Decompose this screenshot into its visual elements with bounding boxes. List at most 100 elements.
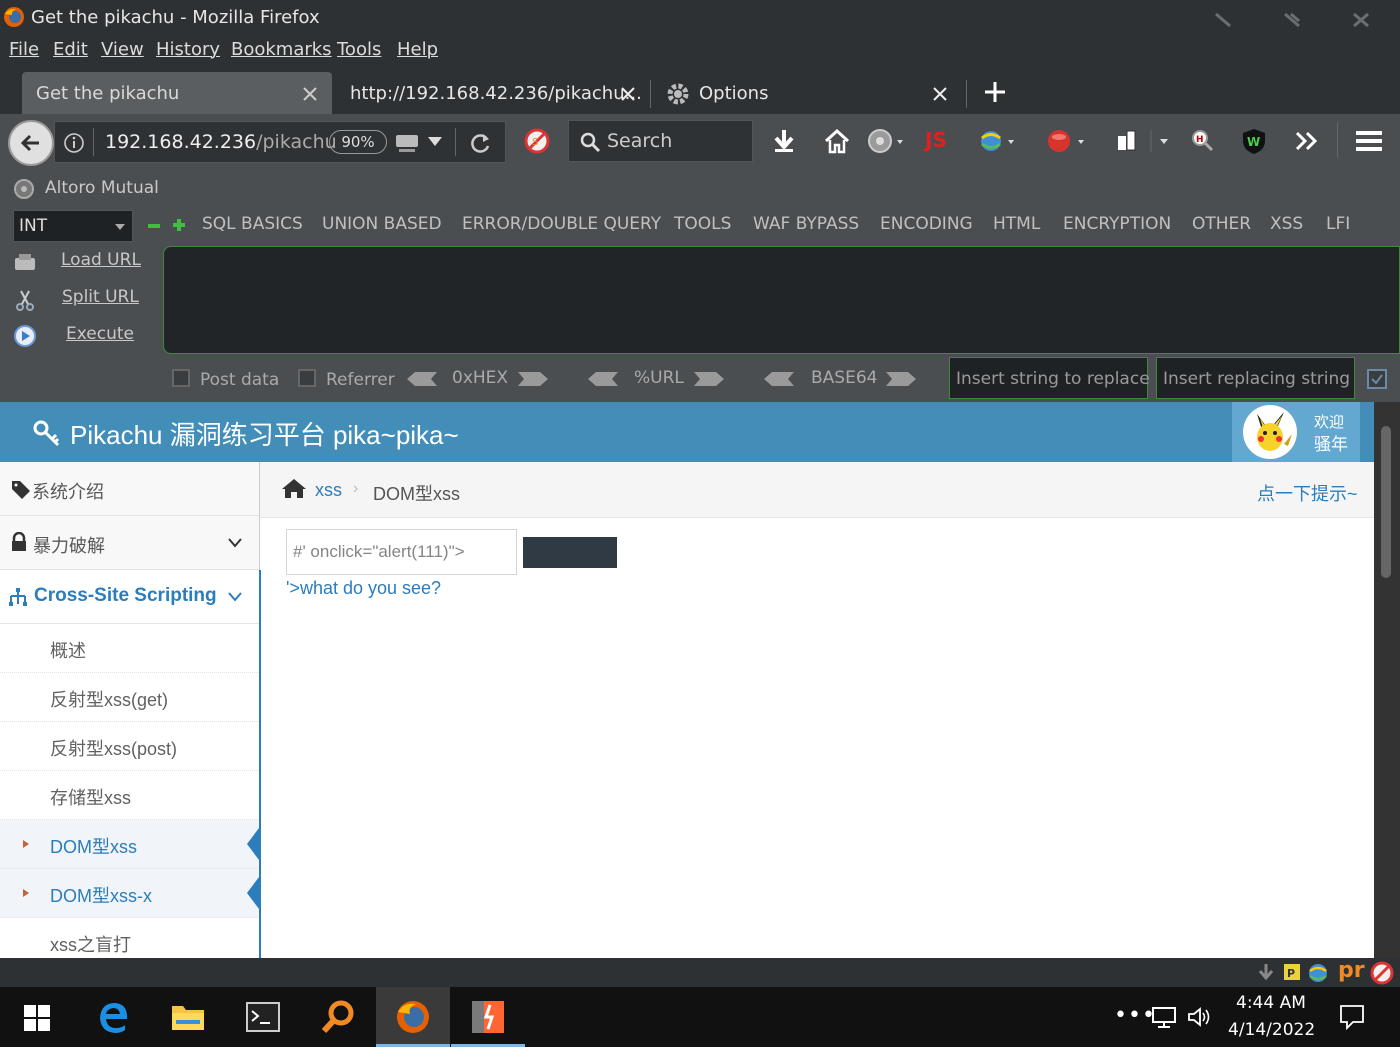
extension-globe-icon[interactable] — [867, 128, 907, 154]
sidebar-subitem-reflected-get[interactable]: 反射型xss(get) — [0, 673, 259, 722]
new-tab-icon[interactable] — [983, 80, 1007, 104]
chevron-down-icon[interactable] — [427, 136, 443, 148]
search-box[interactable]: Search — [568, 120, 753, 162]
download-icon[interactable] — [771, 128, 797, 154]
injection-type-select[interactable]: INT — [13, 210, 133, 242]
download-status-icon[interactable] — [1256, 963, 1276, 983]
clipboard-icon[interactable] — [1115, 128, 1175, 154]
back-button[interactable] — [8, 120, 54, 166]
sidebar-subitem-dom-x[interactable]: DOM型xss-x — [0, 869, 259, 918]
proxy-switch-icon[interactable] — [978, 128, 1020, 154]
replacing-string-input[interactable]: Insert replacing string — [1156, 357, 1355, 399]
hackbar-url-textarea[interactable] — [163, 246, 1400, 354]
hackbar-menu-xss[interactable]: XSS — [1270, 214, 1303, 234]
start-button[interactable] — [0, 987, 74, 1047]
sidebar-item-xss[interactable]: Cross-Site Scripting — [0, 570, 259, 624]
taskbar-file-explorer[interactable] — [151, 987, 225, 1047]
xss-input[interactable]: #' onclick="alert(111)"> — [286, 529, 517, 575]
user-menu[interactable]: 欢迎 骚年 — [1232, 402, 1360, 462]
tab-options[interactable]: Options — [660, 72, 960, 114]
post-data-checkbox[interactable] — [172, 369, 190, 387]
shield-w-icon[interactable]: W — [1240, 127, 1268, 155]
menu-edit[interactable]: Edit — [53, 39, 88, 60]
sidebar-subitem-dom[interactable]: DOM型xss — [0, 820, 259, 869]
hackbar-menu-waf-bypass[interactable]: WAF BYPASS — [753, 214, 859, 234]
tab-get-the-pikachu[interactable]: Get the pikachu — [22, 72, 332, 114]
tab-pikachu-url[interactable]: http://192.168.42.236/pikachu... — [340, 72, 642, 114]
sidebar-subitem-stored[interactable]: 存储型xss — [0, 771, 259, 820]
notification-icon[interactable] — [1339, 1004, 1365, 1030]
js-toggle-icon[interactable]: JS — [925, 128, 947, 152]
taskbar-terminal[interactable] — [226, 987, 300, 1047]
menu-file[interactable]: File — [9, 39, 39, 60]
replace-checkbox[interactable] — [1367, 369, 1387, 389]
close-tab-icon[interactable] — [932, 86, 948, 102]
home-icon[interactable] — [281, 477, 307, 499]
clock-time[interactable]: 4:44 AM — [1236, 993, 1306, 1013]
scrollbar-thumb[interactable] — [1381, 426, 1391, 578]
taskbar-search-tool[interactable] — [301, 987, 375, 1047]
hamburger-menu-icon[interactable] — [1354, 129, 1384, 153]
notes-icon[interactable]: P — [1283, 963, 1301, 981]
pr-icon[interactable]: pr — [1338, 958, 1365, 983]
close-window-icon[interactable] — [1350, 10, 1374, 30]
home-icon[interactable] — [823, 128, 851, 154]
hex-encode-arrow-icon[interactable] — [516, 370, 550, 388]
zoom-tool-icon[interactable]: H — [1190, 128, 1220, 154]
sidebar-item-bruteforce[interactable]: 暴力破解 — [0, 516, 259, 570]
referrer-checkbox[interactable] — [298, 369, 316, 387]
hackbar-menu-html[interactable]: HTML — [993, 214, 1040, 234]
overflow-dots-icon[interactable]: ••• — [1114, 1003, 1156, 1028]
taskbar-edge[interactable] — [76, 987, 150, 1047]
taskbar-firefox[interactable] — [376, 987, 450, 1047]
noscript-icon[interactable]: S — [523, 127, 551, 155]
minus-icon[interactable] — [147, 219, 161, 233]
volume-icon[interactable] — [1187, 1006, 1213, 1028]
base64-decode-arrow-icon[interactable] — [762, 370, 796, 388]
hint-link[interactable]: 点一下提示~ — [1257, 480, 1358, 506]
proxy-status-icon[interactable] — [1307, 962, 1329, 984]
maximize-icon[interactable] — [1281, 10, 1305, 30]
sidebar-subitem-overview[interactable]: 概述 — [0, 624, 259, 673]
menu-tools[interactable]: Tools — [337, 39, 381, 60]
clock-date[interactable]: 4/14/2022 — [1228, 1020, 1315, 1040]
sidebar-subitem-blind[interactable]: xss之盲打 — [0, 918, 259, 958]
hackbar-menu-tools[interactable]: TOOLS — [674, 214, 731, 234]
hackbar-menu-lfi[interactable]: LFI — [1326, 214, 1350, 234]
url-encode-arrow-icon[interactable] — [692, 370, 726, 388]
record-icon[interactable] — [1045, 128, 1089, 154]
reload-icon[interactable] — [469, 131, 493, 155]
info-icon[interactable] — [63, 132, 85, 154]
close-tab-icon[interactable] — [302, 86, 318, 102]
url-bar[interactable]: 192.168.42.236/pikachu 90% — [54, 121, 506, 163]
hackbar-menu-sql-basics[interactable]: SQL BASICS — [202, 214, 303, 234]
network-icon[interactable] — [1151, 1006, 1177, 1028]
submit-button[interactable] — [523, 537, 617, 568]
hackbar-menu-error-double-query[interactable]: ERROR/DOUBLE QUERY — [462, 214, 661, 234]
hex-decode-arrow-icon[interactable] — [405, 370, 439, 388]
replace-string-input[interactable]: Insert string to replace — [949, 357, 1150, 399]
close-tab-icon[interactable] — [620, 86, 636, 102]
result-link[interactable]: '>what do you see? — [286, 578, 441, 599]
server-icon[interactable] — [394, 130, 420, 156]
menu-help[interactable]: Help — [397, 39, 438, 60]
minimize-icon[interactable] — [1212, 10, 1236, 30]
taskbar-burp[interactable] — [451, 987, 525, 1047]
menu-history[interactable]: History — [156, 39, 220, 60]
hackbar-menu-encryption[interactable]: ENCRYPTION — [1063, 214, 1171, 234]
zoom-indicator[interactable]: 90% — [329, 130, 387, 154]
menu-bookmarks[interactable]: Bookmarks — [231, 39, 332, 60]
overflow-chevron-icon[interactable] — [1293, 129, 1321, 153]
menu-view[interactable]: View — [101, 39, 144, 60]
url-decode-arrow-icon[interactable] — [586, 370, 620, 388]
noscript-status-icon[interactable] — [1370, 961, 1394, 985]
sidebar-item-intro[interactable]: 系统介绍 — [0, 462, 259, 516]
hackbar-menu-union-based[interactable]: UNION BASED — [322, 214, 442, 234]
sidebar-subitem-reflected-post[interactable]: 反射型xss(post) — [0, 722, 259, 771]
hackbar-menu-encoding[interactable]: ENCODING — [880, 214, 973, 234]
hackbar-menu-other[interactable]: OTHER — [1192, 214, 1251, 234]
base64-encode-arrow-icon[interactable] — [884, 370, 918, 388]
plus-icon[interactable] — [172, 218, 186, 232]
breadcrumb-root-link[interactable]: xss — [315, 480, 342, 501]
page-scrollbar[interactable] — [1374, 402, 1400, 958]
